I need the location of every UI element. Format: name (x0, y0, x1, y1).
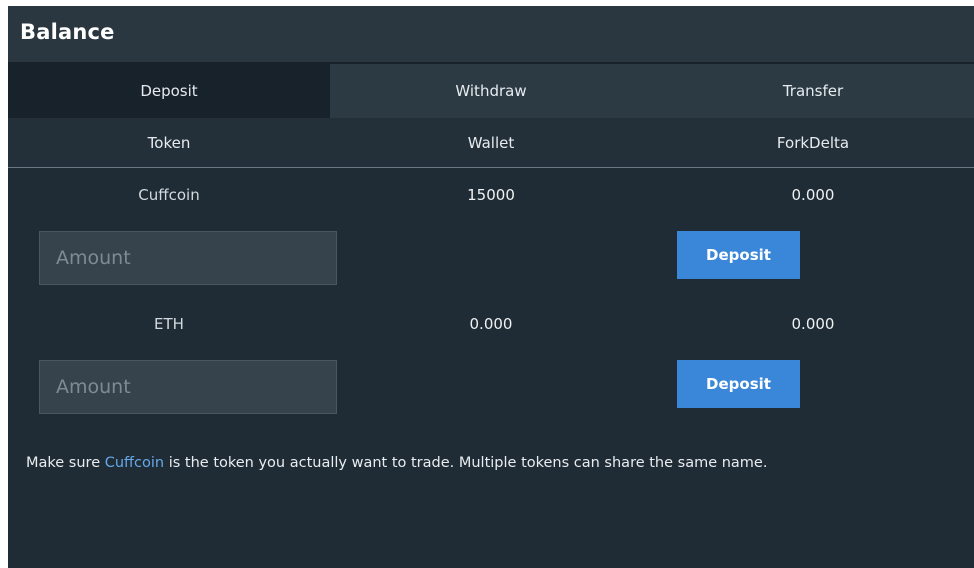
tab-deposit[interactable]: Deposit (8, 64, 330, 118)
panel-title: Balance (20, 20, 115, 44)
exchange-balance: 0.000 (791, 186, 835, 204)
exchange-balance: 0.000 (791, 315, 835, 333)
token-name: Cuffcoin (138, 186, 200, 204)
wallet-balance: 0.000 (469, 315, 513, 333)
notice-suffix: is the token you actually want to trade.… (164, 455, 768, 471)
balance-panel: Balance Deposit Withdraw Transfer Token … (8, 6, 974, 568)
tab-withdraw[interactable]: Withdraw (330, 64, 652, 118)
amount-input[interactable] (39, 360, 337, 414)
table-row: ETH 0.000 0.000 (8, 309, 974, 339)
balance-tabs: Deposit Withdraw Transfer (8, 64, 974, 118)
token-notice: Make sure Cuffcoin is the token you actu… (26, 455, 767, 471)
wallet-balance: 15000 (467, 186, 515, 204)
token-name: ETH (154, 315, 184, 333)
column-header-exchange: ForkDelta (776, 133, 850, 152)
table-row: Cuffcoin 15000 0.000 (8, 180, 974, 210)
amount-input[interactable] (39, 231, 337, 285)
column-header-token: Token (147, 133, 191, 152)
notice-prefix: Make sure (26, 455, 105, 471)
deposit-button[interactable]: Deposit (677, 360, 800, 408)
column-header-wallet: Wallet (467, 133, 515, 152)
panel-header: Balance (8, 6, 974, 64)
tab-transfer[interactable]: Transfer (652, 64, 974, 118)
deposit-button[interactable]: Deposit (677, 231, 800, 279)
table-header: Token Wallet ForkDelta (8, 118, 974, 168)
notice-token-link[interactable]: Cuffcoin (105, 455, 164, 471)
